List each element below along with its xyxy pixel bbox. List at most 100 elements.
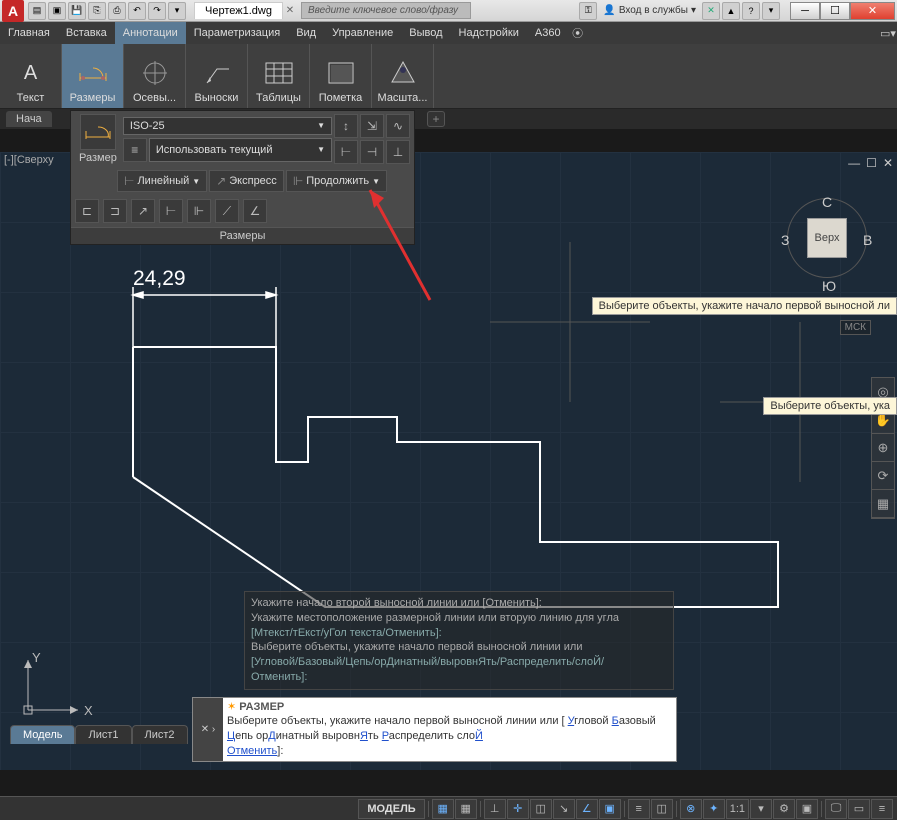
cmd-opt-5[interactable]: Распределить (382, 730, 454, 742)
signin-link[interactable]: 👤 Вход в службы▾ (599, 5, 700, 16)
tab-a360[interactable]: A360 (527, 22, 569, 44)
dim-small3-icon[interactable]: ⊥ (386, 140, 410, 164)
qat-new-icon[interactable]: ▤ (28, 2, 46, 20)
status-snap-icon[interactable]: ▦ (455, 799, 477, 819)
status-fullscreen-icon[interactable]: ▭ (848, 799, 870, 819)
tab-output[interactable]: Вывод (401, 22, 450, 44)
cmd-opt-1[interactable]: Базовый (612, 715, 656, 727)
tab-home[interactable]: Главная (0, 22, 58, 44)
status-ortho-icon[interactable]: ⊥ (484, 799, 506, 819)
dim-layer-combo[interactable]: Использовать текущий▼ (149, 138, 332, 162)
command-line-handle[interactable]: ✕ › (193, 698, 223, 761)
exchange-icon[interactable]: ✕ (702, 2, 720, 20)
dim-override-icon[interactable]: ↕ (334, 114, 358, 138)
window-maximize-button[interactable]: ☐ (820, 2, 850, 20)
ribbon-dimensions-button[interactable]: Размеры (62, 44, 124, 108)
cmd-opt-3[interactable]: орДинатный (256, 730, 319, 742)
tab-manage[interactable]: Управление (324, 22, 401, 44)
dim-update-icon[interactable]: ⇲ (360, 114, 384, 138)
ribbon-text-button[interactable]: A Текст (0, 44, 62, 108)
layout-tab-sheet2[interactable]: Лист2 (132, 725, 188, 744)
dim-extra5-icon[interactable]: ⊩ (187, 199, 211, 223)
ribbon-minimize-icon[interactable]: ▭▾ (879, 22, 897, 44)
status-scale-button[interactable]: 1:1 (726, 799, 749, 819)
table-icon (264, 58, 294, 88)
status-polar-icon[interactable]: ✛ (507, 799, 529, 819)
tab-parametric[interactable]: Параметризация (186, 22, 288, 44)
status-modelspace-button[interactable]: МОДЕЛЬ (358, 799, 424, 819)
help-dropdown-icon[interactable]: ▾ (762, 2, 780, 20)
qat-redo-icon[interactable]: ↷ (148, 2, 166, 20)
dim-extra3-icon[interactable]: ↗ (131, 199, 155, 223)
status-osnap-icon[interactable]: ∠ (576, 799, 598, 819)
layerstack-icon[interactable]: ≡ (123, 138, 147, 162)
status-customize-icon[interactable]: ≡ (871, 799, 893, 819)
qat-print-icon[interactable]: ⎙ (108, 2, 126, 20)
dim-express-button[interactable]: ↗Экспресс (209, 170, 284, 192)
app-menu-button[interactable]: A (2, 0, 24, 22)
dim-extra6-icon[interactable]: ⟋ (215, 199, 239, 223)
doc-tab-close-icon[interactable]: ✕ (283, 4, 297, 18)
ribbon-leaders-button[interactable]: Выноски (186, 44, 248, 108)
dim-small2-icon[interactable]: ⊣ (360, 140, 384, 164)
tab-view[interactable]: Вид (288, 22, 324, 44)
dim-extra2-icon[interactable]: ⊐ (103, 199, 127, 223)
window-minimize-button[interactable]: ─ (790, 2, 820, 20)
text-icon: A (16, 58, 46, 88)
status-lwt-icon[interactable]: ≡ (628, 799, 650, 819)
cmd-opt-0[interactable]: Угловой (568, 715, 609, 727)
tab-focus-icon[interactable]: ⦿ (569, 22, 587, 44)
tab-insert[interactable]: Вставка (58, 22, 115, 44)
cmd-opt-4[interactable]: выровнЯть (322, 730, 379, 742)
ucs-icon[interactable]: X Y (18, 650, 98, 730)
dim-main-icon[interactable] (80, 114, 116, 150)
express-dim-icon: ↗ (216, 174, 226, 188)
tab-addins[interactable]: Надстройки (451, 22, 527, 44)
qat-save-icon[interactable]: 💾 (68, 2, 86, 20)
window-close-button[interactable]: ✕ (850, 2, 895, 20)
help-search-input[interactable]: Введите ключевое слово/фразу (301, 2, 471, 19)
cmd-opt-2[interactable]: Цепь (227, 730, 253, 742)
command-history: Укажите начало второй выносной линии или… (244, 591, 674, 690)
command-line[interactable]: ✕ › ✶РАЗМЕР Выберите объекты, укажите на… (192, 697, 677, 762)
qat-dropdown-icon[interactable]: ▾ (168, 2, 186, 20)
qat-open-icon[interactable]: ▣ (48, 2, 66, 20)
cmd-opt-6[interactable]: слоЙ (457, 730, 483, 742)
qat-saveas-icon[interactable]: ⎘ (88, 2, 106, 20)
status-grid-icon[interactable]: ▦ (432, 799, 454, 819)
layout-tab-sheet1[interactable]: Лист1 (75, 725, 131, 744)
layout-tab-model[interactable]: Модель (10, 725, 75, 744)
status-3dosnap-icon[interactable]: ▣ (599, 799, 621, 819)
dim-extra4-icon[interactable]: ⊢ (159, 199, 183, 223)
dim-extra1-icon[interactable]: ⊏ (75, 199, 99, 223)
doc-tab-add-icon[interactable]: + (427, 111, 445, 127)
status-otrack-icon[interactable]: ↘ (553, 799, 575, 819)
qat-undo-icon[interactable]: ↶ (128, 2, 146, 20)
dim-extra7-icon[interactable]: ∠ (243, 199, 267, 223)
dim-small1-icon[interactable]: ⊢ (334, 140, 358, 164)
ribbon-markup-button[interactable]: Пометка (310, 44, 372, 108)
tab-annotate[interactable]: Аннотации (115, 22, 186, 44)
status-cycling-icon[interactable]: ⊗ (680, 799, 702, 819)
status-dynamic-icon[interactable]: ✦ (703, 799, 725, 819)
doc-tab-start[interactable]: Нача (6, 111, 52, 127)
signin-key-icon[interactable]: ⚿ (579, 2, 597, 20)
status-iso-icon[interactable]: ◫ (530, 799, 552, 819)
help-icon[interactable]: ? (742, 2, 760, 20)
status-ws-icon[interactable]: ▣ (796, 799, 818, 819)
dim-break-icon[interactable]: ∿ (386, 114, 410, 138)
status-transparency-icon[interactable]: ◫ (651, 799, 673, 819)
cmd-opt-cancel[interactable]: Отменить (227, 745, 277, 757)
a360-icon[interactable]: ▲ (722, 2, 740, 20)
dim-main-label: Размер (75, 152, 121, 164)
ribbon-tables-button[interactable]: Таблицы (248, 44, 310, 108)
dim-continue-button[interactable]: ⊩Продолжить ▼ (286, 170, 387, 192)
ribbon-scale-button[interactable]: Масшта... (372, 44, 434, 108)
dim-style-combo[interactable]: ISO-25▼ (123, 117, 332, 135)
dim-linear-button[interactable]: ⊢Линейный ▼ (117, 170, 207, 192)
status-scale-dropdown-icon[interactable]: ▾ (750, 799, 772, 819)
status-monitor-icon[interactable]: 🖵 (825, 799, 847, 819)
status-gear-icon[interactable]: ⚙ (773, 799, 795, 819)
ribbon-centerlines-button[interactable]: Осевы... (124, 44, 186, 108)
document-title-tab[interactable]: Чертеж1.dwg (194, 2, 283, 19)
